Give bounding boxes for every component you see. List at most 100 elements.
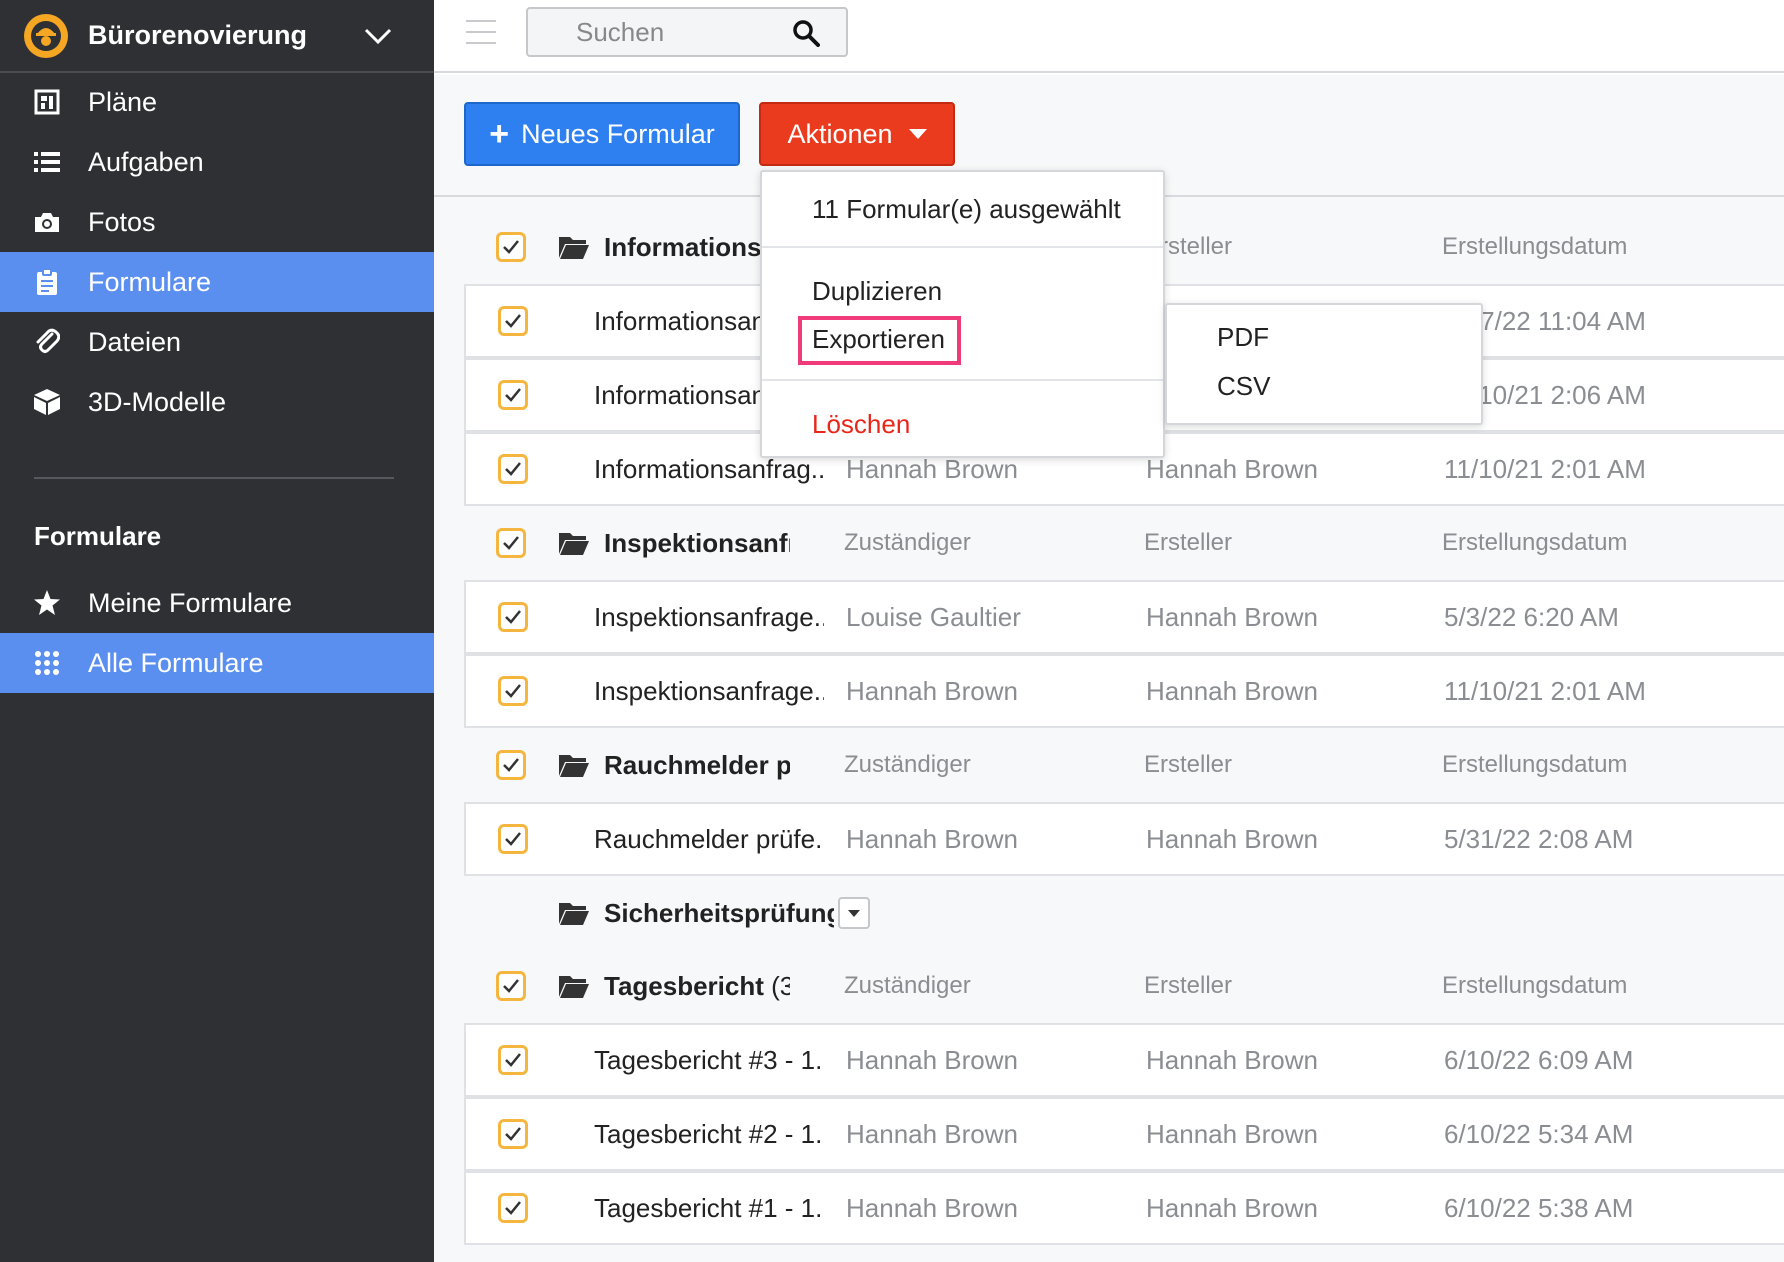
form-creator: Hannah Brown xyxy=(1146,601,1318,632)
column-header-date[interactable]: Erstellungsdatum xyxy=(1442,972,1627,1000)
export-menu-item[interactable]: Exportieren xyxy=(798,316,961,365)
sidebar-item-aufgaben[interactable]: Aufgaben xyxy=(0,132,434,192)
plus-icon: + xyxy=(489,114,510,153)
group-checkbox[interactable] xyxy=(496,971,526,1001)
sidebar-item-alle-formulare[interactable]: Alle Formulare xyxy=(0,633,434,693)
form-assignee: Hannah Brown xyxy=(846,453,1018,484)
table-row[interactable]: Tagesbericht #1 - 1... Hannah Brown Hann… xyxy=(464,1171,1784,1245)
sidebar-item-label: Alle Formulare xyxy=(88,647,264,678)
form-date: 5/3/22 6:20 AM xyxy=(1444,601,1619,632)
caret-down-icon xyxy=(908,129,927,139)
row-checkbox[interactable] xyxy=(498,306,528,336)
group-header-row[interactable]: Inspektionsanfrag Zuständiger Ersteller … xyxy=(464,506,1784,580)
sidebar-item-plaene[interactable]: Pläne xyxy=(0,72,434,132)
column-header-date[interactable]: Erstellungsdatum xyxy=(1442,233,1627,261)
star-icon xyxy=(32,588,62,618)
table-row[interactable]: Tagesbericht #2 - 1... Hannah Brown Hann… xyxy=(464,1097,1784,1171)
group-checkbox[interactable] xyxy=(496,232,526,262)
list-icon xyxy=(32,147,62,177)
actions-menu: 11 Formular(e) ausgewählt Duplizieren Ex… xyxy=(760,170,1165,458)
cube-icon xyxy=(32,387,62,417)
form-name[interactable]: Tagesbericht #1 - 1... xyxy=(594,1193,824,1224)
row-checkbox[interactable] xyxy=(498,1193,528,1223)
group-header-row[interactable]: Rauchmelder prüf Zuständiger Ersteller E… xyxy=(464,728,1784,802)
sidebar-item-label: Formulare xyxy=(88,266,212,297)
row-checkbox[interactable] xyxy=(498,676,528,706)
group-checkbox[interactable] xyxy=(496,528,526,558)
row-checkbox[interactable] xyxy=(498,1045,528,1075)
form-date: 5/31/22 2:08 AM xyxy=(1444,823,1634,854)
sidebar-item-label: 3D-Modelle xyxy=(88,386,227,417)
column-header-assignee[interactable]: Zuständiger xyxy=(844,529,971,557)
table-row[interactable]: Tagesbericht #3 - 1... Hannah Brown Hann… xyxy=(464,1023,1784,1097)
row-checkbox[interactable] xyxy=(498,602,528,632)
folder-open-icon xyxy=(559,976,589,998)
form-creator: Hannah Brown xyxy=(1146,1118,1318,1149)
table-row[interactable]: Rauchmelder prüfe... Hannah Brown Hannah… xyxy=(464,802,1784,876)
sidebar-item-formulare[interactable]: Formulare xyxy=(0,252,434,312)
group-header-row[interactable]: Tagesbericht (3 Fo Zuständiger Ersteller… xyxy=(464,949,1784,1023)
search-icon[interactable] xyxy=(792,19,820,47)
row-checkbox[interactable] xyxy=(498,1119,528,1149)
camera-icon xyxy=(32,207,62,237)
column-header-assignee[interactable]: Zuständiger xyxy=(844,751,971,779)
row-checkbox[interactable] xyxy=(498,380,528,410)
sidebar-item-fotos[interactable]: Fotos xyxy=(0,192,434,252)
search-input[interactable] xyxy=(528,9,778,55)
group-name: Sicherheitsprüfung xyxy=(604,897,834,928)
export-submenu: PDF CSV xyxy=(1165,303,1483,425)
actions-label: Aktionen xyxy=(787,118,893,149)
table-row[interactable]: Inspektionsanfrage... Hannah Brown Hanna… xyxy=(464,654,1784,728)
export-pdf-item[interactable]: PDF xyxy=(1217,322,1269,353)
group-checkbox[interactable] xyxy=(496,750,526,780)
row-checkbox[interactable] xyxy=(498,454,528,484)
form-name[interactable]: Tagesbericht #2 - 1... xyxy=(594,1119,824,1150)
column-header-date[interactable]: Erstellungsdatum xyxy=(1442,529,1627,557)
group-dropdown-button[interactable] xyxy=(838,897,870,929)
form-name[interactable]: Inspektionsanfrage... xyxy=(594,676,824,707)
export-csv-item[interactable]: CSV xyxy=(1217,371,1270,402)
project-selector[interactable]: Bürorenovierung xyxy=(0,0,434,73)
form-creator: Hannah Brown xyxy=(1146,1192,1318,1223)
form-assignee: Hannah Brown xyxy=(846,675,1018,706)
new-form-button[interactable]: + Neues Formular xyxy=(464,102,740,166)
project-name: Bürorenovierung xyxy=(88,20,308,50)
column-header-assignee[interactable]: Zuständiger xyxy=(844,972,971,1000)
row-checkbox[interactable] xyxy=(498,824,528,854)
clipboard-icon xyxy=(32,267,62,297)
column-header-creator[interactable]: Ersteller xyxy=(1144,972,1232,1000)
divider xyxy=(34,477,394,479)
sidebar-item-dateien[interactable]: Dateien xyxy=(0,312,434,372)
paperclip-icon xyxy=(32,327,62,357)
actions-button[interactable]: Aktionen xyxy=(759,102,955,166)
column-header-creator[interactable]: Ersteller xyxy=(1144,529,1232,557)
hamburger-menu-icon[interactable] xyxy=(466,20,496,44)
form-date: 6/10/22 5:34 AM xyxy=(1444,1118,1634,1149)
menu-divider xyxy=(762,379,1163,381)
folder-open-icon xyxy=(559,903,589,925)
group-header-row[interactable]: Sicherheitsprüfung xyxy=(464,876,1784,950)
sidebar-item-meine-formulare[interactable]: Meine Formulare xyxy=(0,573,434,633)
form-creator: Hannah Brown xyxy=(1146,675,1318,706)
form-name[interactable]: Tagesbericht #3 - 1... xyxy=(594,1045,824,1076)
form-name[interactable]: Inspektionsanfrage... xyxy=(594,602,824,633)
column-header-creator[interactable]: Ersteller xyxy=(1144,751,1232,779)
form-name[interactable]: Informationsanfrag... xyxy=(594,454,824,485)
selection-count: 11 Formular(e) ausgewählt xyxy=(762,172,1163,248)
sidebar-item-label: Pläne xyxy=(88,86,158,117)
chevron-down-icon[interactable] xyxy=(358,16,398,56)
sidebar-item-label: Fotos xyxy=(88,206,156,237)
form-date: 11/10/21 2:01 AM xyxy=(1444,453,1646,484)
column-header-date[interactable]: Erstellungsdatum xyxy=(1442,751,1627,779)
folder-open-icon xyxy=(559,755,589,777)
form-name[interactable]: Rauchmelder prüfe... xyxy=(594,824,824,855)
table-row[interactable]: Inspektionsanfrage... Louise Gaultier Ha… xyxy=(464,580,1784,654)
form-date: 6/10/22 5:38 AM xyxy=(1444,1192,1634,1223)
form-assignee: Hannah Brown xyxy=(846,1118,1018,1149)
sidebar-item-3d-modelle[interactable]: 3D-Modelle xyxy=(0,372,434,432)
sidebar: Bürorenovierung Pläne Aufgaben Fotos For… xyxy=(0,0,434,1262)
duplicate-menu-item[interactable]: Duplizieren xyxy=(812,276,942,307)
delete-menu-item[interactable]: Löschen xyxy=(812,409,910,440)
search-box[interactable] xyxy=(526,7,848,57)
form-creator: Hannah Brown xyxy=(1146,823,1318,854)
